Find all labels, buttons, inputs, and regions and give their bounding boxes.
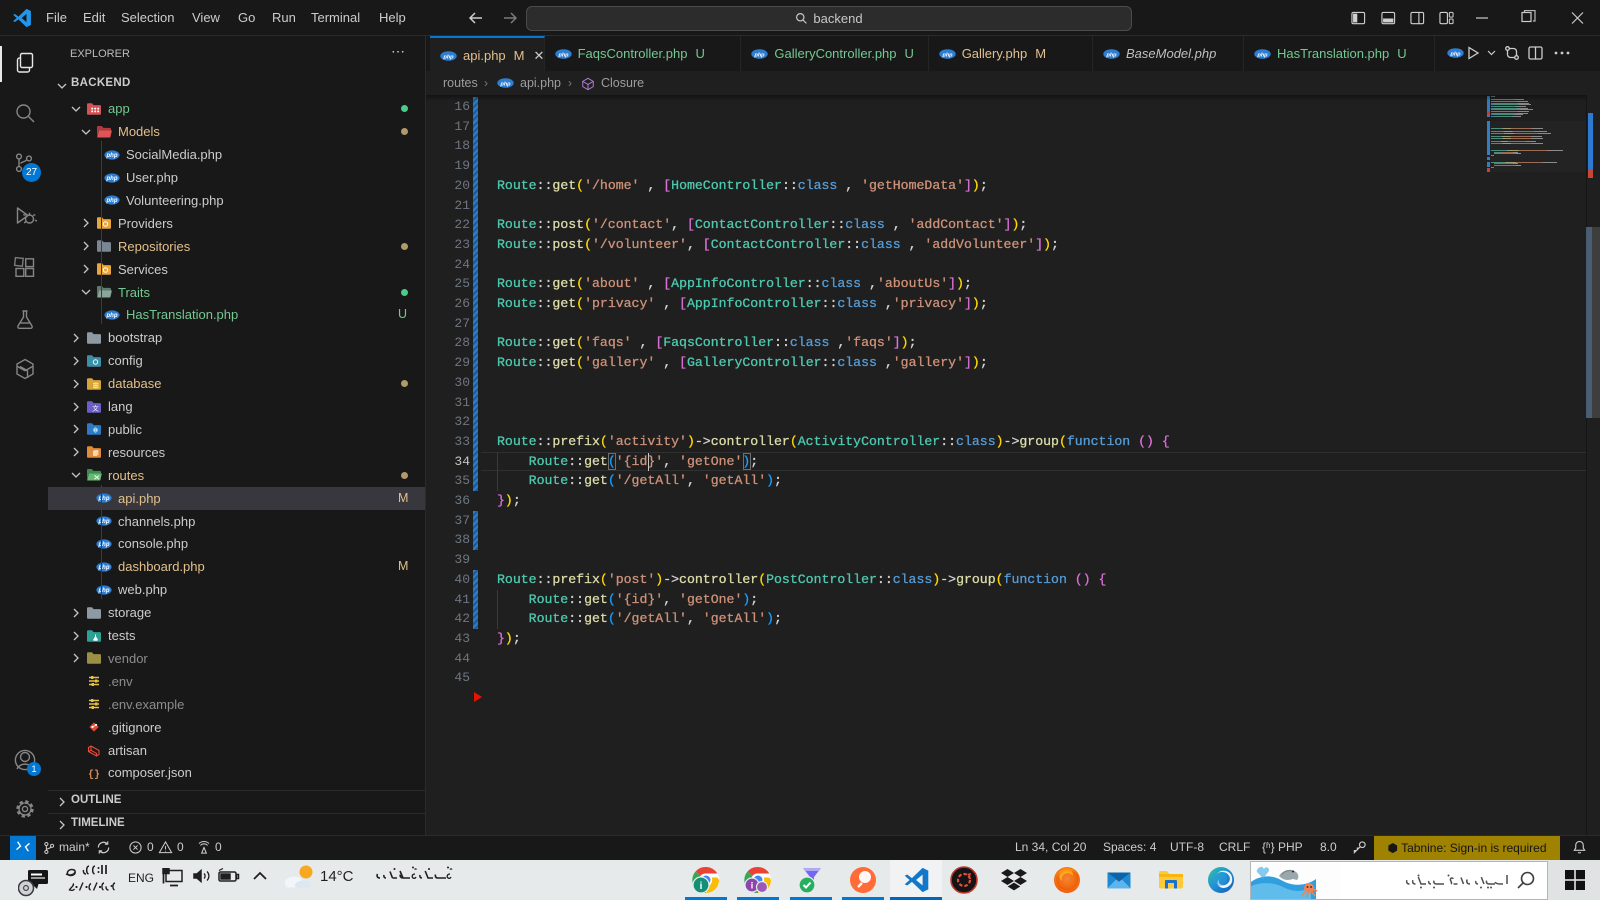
svg-text:php: php: [98, 519, 110, 525]
svg-text:php: php: [754, 52, 766, 58]
svg-text:php: php: [106, 176, 118, 182]
svg-text:php: php: [106, 153, 118, 159]
svg-text:php: php: [98, 588, 110, 594]
svg-text:文: 文: [92, 403, 99, 412]
svg-text:i: i: [700, 881, 703, 892]
svg-text:php: php: [106, 199, 118, 205]
svg-text:php: php: [442, 54, 454, 60]
svg-text:php: php: [98, 542, 110, 548]
svg-text:php: php: [557, 52, 569, 58]
svg-text:php: php: [106, 313, 118, 319]
svg-text:php: php: [98, 496, 110, 502]
svg-text:i: i: [751, 881, 754, 891]
svg-text:php: php: [941, 52, 953, 58]
svg-text:php: php: [499, 81, 511, 87]
svg-text:php: php: [1449, 51, 1461, 57]
svg-text:php: php: [98, 565, 110, 571]
svg-text:{}: {}: [88, 769, 100, 781]
svg-text:php: php: [1256, 52, 1268, 58]
svg-text:php: php: [1105, 52, 1117, 58]
